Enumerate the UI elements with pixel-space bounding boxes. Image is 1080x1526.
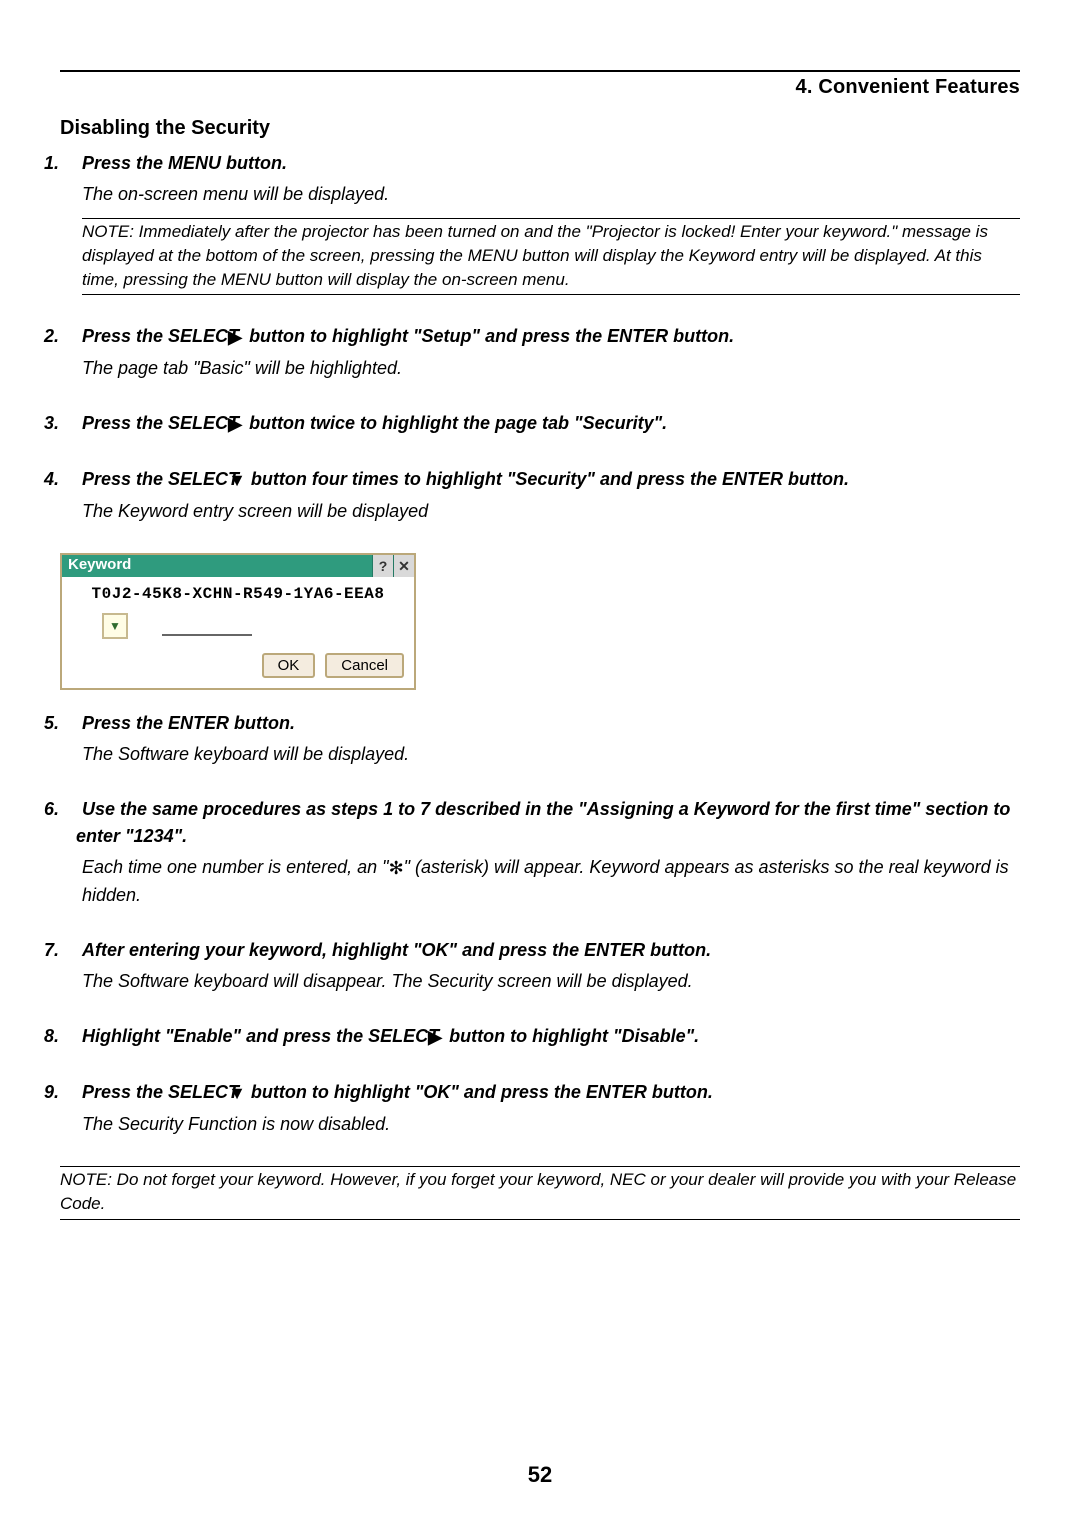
keyword-input[interactable] bbox=[162, 616, 252, 636]
dialog-titlebar: Keyword ? ✕ bbox=[62, 555, 414, 577]
step-desc: The Software keyboard will be displayed. bbox=[82, 741, 1020, 768]
step-desc: The Keyword entry screen will be display… bbox=[82, 498, 1020, 525]
manual-page: 4. Convenient Features Disabling the Sec… bbox=[0, 0, 1080, 1526]
step-heading: 1.Press the MENU button. bbox=[76, 150, 1020, 177]
step-number: 9. bbox=[60, 1079, 82, 1106]
step-7: 7.After entering your keyword, highlight… bbox=[60, 937, 1020, 995]
step-desc: The Software keyboard will disappear. Th… bbox=[82, 968, 1020, 995]
step-4: 4.Press the SELECT ▼ button four times t… bbox=[60, 466, 1020, 525]
step-heading-text: Press the SELECT ▶ button to highlight "… bbox=[82, 326, 734, 346]
step-number: 3. bbox=[60, 410, 82, 437]
step-heading-text: After entering your keyword, highlight "… bbox=[82, 940, 711, 960]
step-heading: 9.Press the SELECT ▼ button to highlight… bbox=[76, 1079, 1020, 1107]
keyword-dialog: Keyword ? ✕ T0J2-45K8-XCHN-R549-1YA6-EEA… bbox=[60, 553, 416, 690]
step-heading: 6.Use the same procedures as steps 1 to … bbox=[76, 796, 1020, 850]
close-icon[interactable]: ✕ bbox=[393, 555, 414, 577]
step-number: 6. bbox=[60, 796, 82, 823]
step-heading-text: Press the SELECT ▼ button to highlight "… bbox=[82, 1082, 713, 1102]
step-number: 7. bbox=[60, 937, 82, 964]
step-desc: Each time one number is entered, an "✻" … bbox=[82, 854, 1020, 909]
step-heading: 7.After entering your keyword, highlight… bbox=[76, 937, 1020, 964]
section-title: Disabling the Security bbox=[60, 117, 1020, 140]
step-3: 3.Press the SELECT ▶ button twice to hig… bbox=[60, 410, 1020, 438]
dialog-code: T0J2-45K8-XCHN-R549-1YA6-EEA8 bbox=[62, 577, 414, 609]
step-number: 4. bbox=[60, 466, 82, 493]
asterisk-icon: ✻ bbox=[389, 855, 404, 882]
step-heading-text: Highlight "Enable" and press the SELECT … bbox=[82, 1026, 699, 1046]
step-5: 5.Press the ENTER button. The Software k… bbox=[60, 710, 1020, 768]
step-heading: 2.Press the SELECT ▶ button to highlight… bbox=[76, 323, 1020, 351]
top-rule bbox=[60, 70, 1020, 72]
final-note: NOTE: Do not forget your keyword. Howeve… bbox=[60, 1166, 1020, 1220]
step-6: 6.Use the same procedures as steps 1 to … bbox=[60, 796, 1020, 909]
step-heading: 5.Press the ENTER button. bbox=[76, 710, 1020, 737]
step-desc: The page tab "Basic" will be highlighted… bbox=[82, 355, 1020, 382]
step-heading: 8.Highlight "Enable" and press the SELEC… bbox=[76, 1023, 1020, 1051]
step-9: 9.Press the SELECT ▼ button to highlight… bbox=[60, 1079, 1020, 1138]
ok-button[interactable]: OK bbox=[262, 653, 316, 678]
help-icon[interactable]: ? bbox=[372, 555, 393, 577]
note-box: NOTE: Immediately after the projector ha… bbox=[82, 218, 1020, 295]
dialog-button-row: OK Cancel bbox=[62, 647, 414, 688]
step-heading-text: Press the SELECT ▼ button four times to … bbox=[82, 469, 849, 489]
step-number: 2. bbox=[60, 323, 82, 350]
dropdown-icon[interactable]: ▼ bbox=[102, 613, 128, 639]
step-heading-text: Use the same procedures as steps 1 to 7 … bbox=[76, 799, 1010, 846]
page-number: 52 bbox=[0, 1462, 1080, 1488]
step-number: 1. bbox=[60, 150, 82, 177]
step-heading-text: Press the SELECT ▶ button twice to highl… bbox=[82, 413, 667, 433]
step-number: 5. bbox=[60, 710, 82, 737]
step-desc: The Security Function is now disabled. bbox=[82, 1111, 1020, 1138]
keyword-dialog-figure: Keyword ? ✕ T0J2-45K8-XCHN-R549-1YA6-EEA… bbox=[60, 553, 1020, 690]
chapter-heading: 4. Convenient Features bbox=[60, 76, 1020, 99]
step-desc: The on-screen menu will be displayed. bbox=[82, 181, 1020, 208]
step-number: 8. bbox=[60, 1023, 82, 1050]
step-heading-text: Press the MENU button. bbox=[82, 153, 287, 173]
step-2: 2.Press the SELECT ▶ button to highlight… bbox=[60, 323, 1020, 382]
dialog-input-row: ▼ bbox=[62, 609, 414, 647]
step-heading: 4.Press the SELECT ▼ button four times t… bbox=[76, 466, 1020, 494]
step-heading: 3.Press the SELECT ▶ button twice to hig… bbox=[76, 410, 1020, 438]
step-8: 8.Highlight "Enable" and press the SELEC… bbox=[60, 1023, 1020, 1051]
cancel-button[interactable]: Cancel bbox=[325, 653, 404, 678]
step-1: 1.Press the MENU button. The on-screen m… bbox=[60, 150, 1020, 295]
dialog-title: Keyword bbox=[62, 555, 372, 577]
step-heading-text: Press the ENTER button. bbox=[82, 713, 295, 733]
